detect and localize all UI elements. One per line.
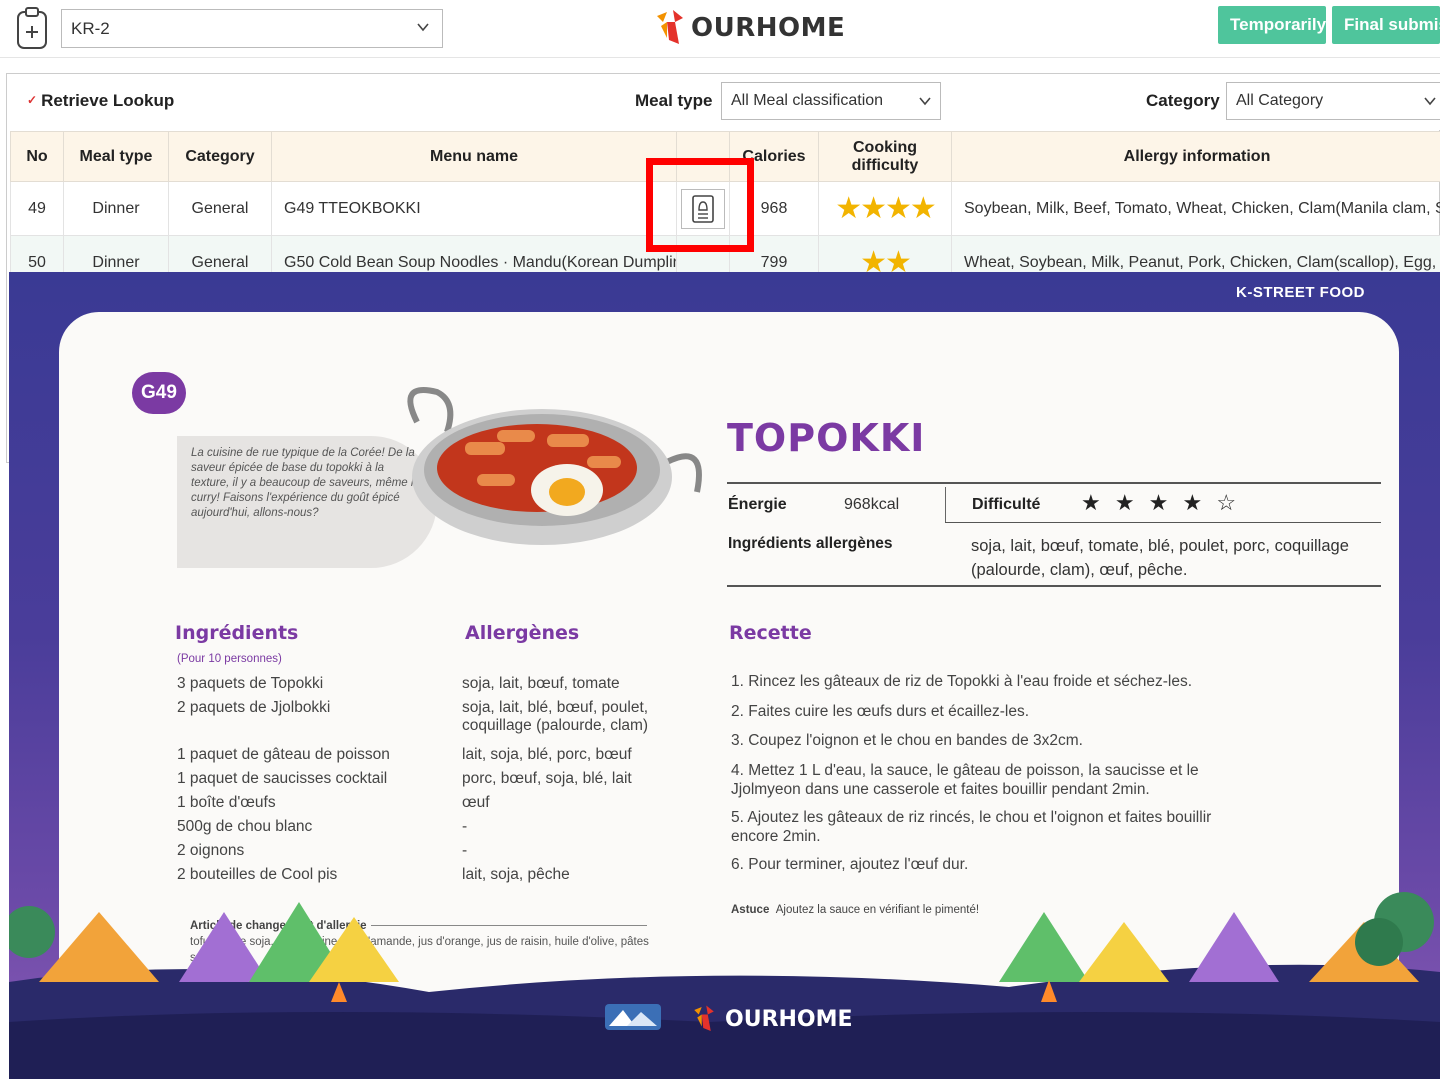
allergens-heading: Allergènes	[465, 622, 588, 648]
camping-scene-illustration	[9, 892, 1440, 1079]
col-header-cooking-difficulty[interactable]: Cooking difficulty	[818, 131, 952, 182]
list-item: 500g de chou blanc	[177, 818, 313, 835]
cell-no: 49	[10, 181, 64, 236]
col-header-no[interactable]: No	[10, 131, 64, 182]
lookup-title: ✓ Retrieve Lookup	[27, 91, 174, 111]
top-bar: KR-2 OURHOME Temporarily save Final subm…	[0, 0, 1440, 58]
col-header-category[interactable]: Category	[168, 131, 272, 182]
cell-category: General	[168, 181, 272, 236]
recipe-button-highlight	[646, 158, 754, 252]
tteokbokki-pan-image	[407, 387, 702, 545]
meal-type-select-value: All Meal classification	[731, 92, 884, 109]
recipe-heading: Recette	[729, 622, 820, 648]
list-item: lait, soja, blé, porc, bœuf	[462, 746, 632, 763]
footer-brand-name: OURHOME	[725, 1006, 853, 1032]
ingredients-heading: Ingrédients	[175, 622, 307, 648]
final-submission-button[interactable]: Final submission	[1332, 6, 1440, 44]
list-item: 5. Ajoutez les gâteaux de riz rincés, le…	[731, 809, 1212, 845]
list-item: -	[462, 818, 468, 835]
chevron-down-icon	[417, 23, 429, 32]
list-item: 2 oignons	[177, 842, 245, 859]
energy-label: Énergie	[728, 496, 787, 513]
list-item: soja, lait, blé, bœuf, poulet,	[462, 699, 649, 716]
energy-value: 968kcal	[844, 496, 900, 513]
meal-type-label: Meal type	[635, 91, 713, 110]
meal-type-select[interactable]: All Meal classification	[721, 82, 941, 120]
list-item: 2 paquets de Jjolbokki	[177, 699, 331, 716]
list-item: 3. Coupez l'oignon et le chou en bandes …	[731, 732, 1083, 749]
list-item: 1 paquet de gâteau de poisson	[177, 746, 390, 763]
chevron-down-icon	[1424, 97, 1436, 106]
list-item: 3 paquets de Topokki	[177, 675, 324, 692]
divider	[945, 487, 946, 523]
list-item: œuf	[462, 794, 490, 811]
brand-name: OURHOME	[691, 13, 846, 43]
clipboard-icon[interactable]	[14, 6, 50, 50]
list-item: 1 boîte d'œufs	[177, 794, 276, 811]
cell-cooking-difficulty: ★★★★	[818, 181, 952, 236]
divider	[727, 585, 1381, 587]
list-item: porc, bœuf, soja, blé, lait	[462, 770, 632, 787]
divider	[727, 482, 1381, 484]
chevron-down-icon	[919, 97, 931, 106]
list-item: soja, lait, bœuf, tomate	[462, 675, 620, 692]
app-window: KR-2 OURHOME Temporarily save Final subm…	[0, 0, 1440, 1079]
menu-code-badge: G49	[132, 372, 186, 414]
category-label: Category	[1146, 91, 1220, 110]
brand-logo: OURHOME	[653, 6, 845, 50]
list-item: 1 paquet de saucisses cocktail	[177, 770, 388, 787]
cell-menu-name: G49 TTEOKBOKKI	[271, 181, 677, 236]
recipe-title: TOPOKKI	[727, 416, 926, 460]
category-select[interactable]: All Category	[1226, 82, 1440, 120]
list-item: 2. Faites cuire les œufs durs et écaille…	[731, 703, 1030, 720]
list-item: 4. Mettez 1 L d'eau, la sauce, le gâteau…	[731, 762, 1199, 798]
list-item: 1. Rincez les gâteaux de riz de Topokki …	[731, 673, 1193, 690]
check-icon: ✓	[27, 93, 38, 107]
brand-mark-icon	[657, 10, 683, 44]
category-select-value: All Category	[1236, 92, 1324, 109]
brand-mark-icon	[694, 1005, 714, 1031]
card-banner: K-STREET FOOD	[1236, 284, 1365, 301]
event-badge-icon	[605, 1004, 661, 1030]
recipe-card-popup: K-STREET FOOD G49 La cuisine de rue typi…	[9, 272, 1440, 1079]
divider	[945, 522, 1381, 523]
col-header-allergy-information[interactable]: Allergy information	[951, 131, 1440, 182]
allergen-label: Ingrédients allergènes	[728, 535, 893, 552]
footer-logo: OURHOME	[689, 1004, 853, 1034]
col-header-meal-type[interactable]: Meal type	[63, 131, 169, 182]
store-select[interactable]: KR-2	[61, 9, 443, 48]
difficulty-stars: ★ ★ ★ ★ ☆	[1081, 490, 1241, 515]
lookup-title-text: Retrieve Lookup	[41, 91, 175, 110]
list-item: coquillage (palourde, clam)	[462, 717, 649, 734]
list-item: -	[462, 842, 468, 859]
store-select-value: KR-2	[71, 18, 110, 38]
serves-text: (Pour 10 personnes)	[177, 653, 282, 665]
cell-meal-type: Dinner	[63, 181, 169, 236]
difficulty-stars: ★★★★	[835, 191, 937, 225]
difficulty-label: Difficulté	[972, 496, 1041, 513]
allergen-value: soja, lait, bœuf, tomate, blé, poulet, p…	[971, 537, 1349, 579]
lookup-filter-bar: ✓ Retrieve Lookup Meal type All Meal clas…	[7, 74, 1440, 130]
temporarily-save-button[interactable]: Temporarily save	[1218, 6, 1326, 44]
cell-allergy-information: Soybean, Milk, Beef, Tomato, Wheat, Chic…	[951, 181, 1440, 236]
col-header-menu-name[interactable]: Menu name	[271, 131, 677, 182]
